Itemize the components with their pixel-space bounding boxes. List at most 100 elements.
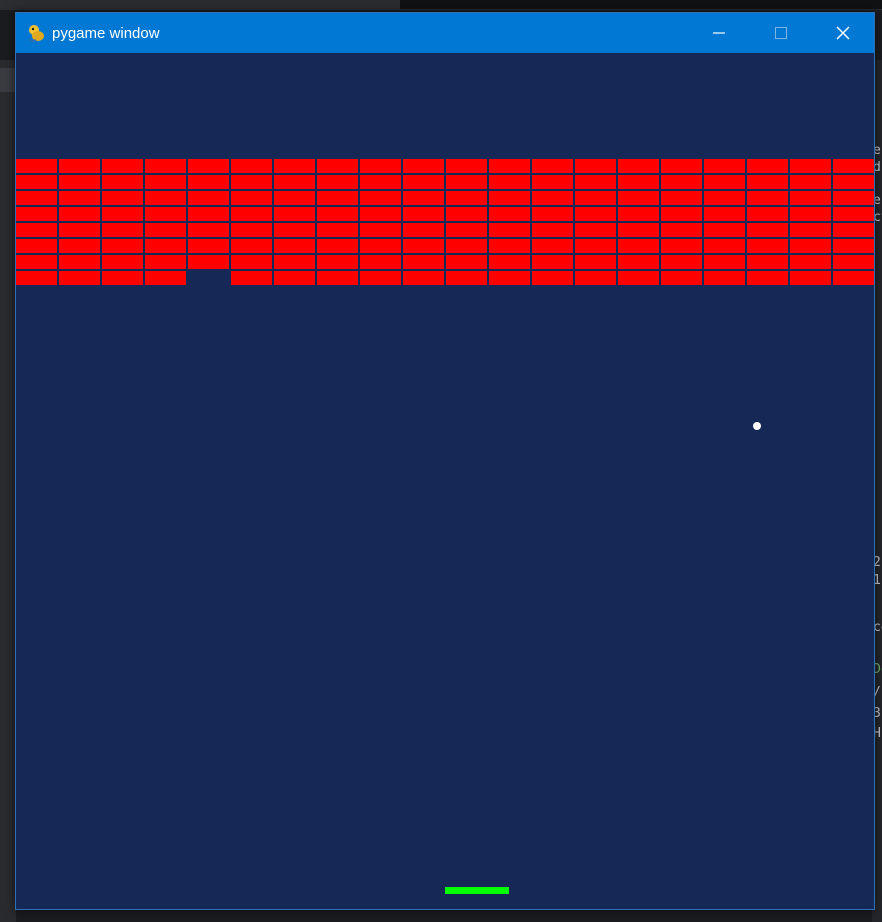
- window-titlebar[interactable]: pygame window: [16, 13, 874, 53]
- brick: [317, 271, 358, 285]
- brick: [403, 207, 444, 221]
- brick: [833, 191, 874, 205]
- game-playfield[interactable]: [16, 53, 874, 909]
- maximize-icon: [775, 27, 787, 39]
- brick: [403, 191, 444, 205]
- brick: [274, 271, 315, 285]
- brick: [446, 223, 487, 237]
- brick: [790, 239, 831, 253]
- brick: [747, 223, 788, 237]
- brick: [59, 207, 100, 221]
- brick: [59, 191, 100, 205]
- brick: [188, 255, 229, 269]
- brick: [618, 175, 659, 189]
- brick: [446, 159, 487, 173]
- brick: [747, 159, 788, 173]
- brick: [489, 191, 530, 205]
- brick: [532, 159, 573, 173]
- brick: [317, 223, 358, 237]
- brick: [833, 207, 874, 221]
- brick: [317, 175, 358, 189]
- paddle: [445, 887, 509, 894]
- brick: [833, 255, 874, 269]
- brick: [661, 223, 702, 237]
- brick: [145, 159, 186, 173]
- brick: [145, 239, 186, 253]
- brick: [102, 207, 143, 221]
- brick: [16, 159, 57, 173]
- brick: [661, 239, 702, 253]
- brick: [790, 207, 831, 221]
- brick: [102, 239, 143, 253]
- brick: [360, 159, 401, 173]
- brick: [532, 255, 573, 269]
- brick: [102, 255, 143, 269]
- brick: [16, 223, 57, 237]
- background-tab-strip: [400, 0, 882, 9]
- brick: [661, 255, 702, 269]
- brick: [102, 191, 143, 205]
- brick: [231, 207, 272, 221]
- close-icon: [836, 26, 850, 40]
- brick: [747, 191, 788, 205]
- brick: [317, 207, 358, 221]
- brick: [16, 191, 57, 205]
- brick: [489, 223, 530, 237]
- brick: [59, 175, 100, 189]
- brick: [575, 159, 616, 173]
- brick: [188, 239, 229, 253]
- brick: [59, 223, 100, 237]
- brick: [532, 239, 573, 253]
- brick: [833, 239, 874, 253]
- brick: [747, 239, 788, 253]
- brick: [790, 159, 831, 173]
- brick: [403, 271, 444, 285]
- brick: [102, 223, 143, 237]
- brick: [618, 207, 659, 221]
- brick: [833, 223, 874, 237]
- brick: [833, 271, 874, 285]
- brick: [489, 271, 530, 285]
- brick: [704, 159, 745, 173]
- maximize-button[interactable]: [750, 13, 812, 53]
- brick: [274, 191, 315, 205]
- brick: [575, 255, 616, 269]
- brick: [446, 207, 487, 221]
- window-controls: [688, 13, 874, 53]
- brick: [274, 239, 315, 253]
- brick: [317, 239, 358, 253]
- brick: [274, 255, 315, 269]
- brick: [661, 207, 702, 221]
- brick: [403, 255, 444, 269]
- brick: [360, 175, 401, 189]
- brick: [102, 159, 143, 173]
- brick: [317, 191, 358, 205]
- minimize-button[interactable]: [688, 13, 750, 53]
- brick: [618, 271, 659, 285]
- brick: [575, 223, 616, 237]
- brick: [360, 271, 401, 285]
- brick: [145, 207, 186, 221]
- brick: [704, 191, 745, 205]
- brick: [704, 207, 745, 221]
- brick: [231, 271, 272, 285]
- brick: [618, 255, 659, 269]
- brick: [747, 175, 788, 189]
- brick: [188, 159, 229, 173]
- brick: [446, 175, 487, 189]
- brick: [833, 159, 874, 173]
- brick: [231, 191, 272, 205]
- close-button[interactable]: [812, 13, 874, 53]
- brick: [532, 271, 573, 285]
- brick: [360, 223, 401, 237]
- brick: [790, 175, 831, 189]
- brick: [145, 255, 186, 269]
- brick: [403, 223, 444, 237]
- brick: [231, 223, 272, 237]
- brick: [274, 159, 315, 173]
- brick: [446, 191, 487, 205]
- brick: [489, 239, 530, 253]
- brick: [16, 255, 57, 269]
- brick: [360, 207, 401, 221]
- brick: [575, 175, 616, 189]
